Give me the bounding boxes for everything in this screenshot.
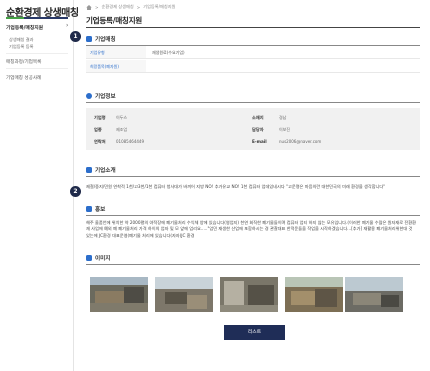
document-icon bbox=[86, 36, 92, 42]
breadcrumb-item[interactable]: 기업등록/매칭지원 bbox=[143, 4, 175, 10]
section-heading-matching: 기업매칭 bbox=[86, 35, 116, 43]
section-heading-company-info: 기업정보 bbox=[86, 92, 116, 100]
sidebar-divider bbox=[6, 53, 68, 54]
info-icon bbox=[86, 93, 92, 99]
sidebar: 순환경제 상생매칭 기업등록/매칭지원 › 상생매칭 결과 기업등록 등록 매칭… bbox=[0, 0, 79, 371]
sidebar-title-underline bbox=[6, 17, 68, 19]
field-value: 제조업 bbox=[116, 127, 128, 132]
section-heading-images: 이미지 bbox=[86, 254, 110, 262]
field-value[interactable]: nus2006@naver.com bbox=[279, 139, 321, 144]
sidebar-item-success[interactable]: 기업매칭 성공사례 bbox=[6, 75, 41, 81]
megaphone-icon bbox=[86, 206, 92, 212]
field-label: 기업명 bbox=[94, 115, 106, 120]
field-value: 경남 bbox=[279, 115, 287, 120]
annotation-badge: 1 bbox=[70, 31, 81, 42]
chevron-right-icon: › bbox=[66, 22, 69, 29]
section-divider bbox=[86, 264, 420, 265]
sidebar-subitem-result[interactable]: 상생매칭 결과 bbox=[9, 37, 33, 43]
gallery-photo[interactable] bbox=[220, 277, 278, 312]
field-label: 연락처 bbox=[94, 139, 106, 144]
promo-text: 해주 울품언에 위치한 약 2000평의 야적장에 폐기물처리 수익체 양에 있… bbox=[86, 220, 416, 238]
row-label: 기업유형 bbox=[90, 50, 105, 55]
chat-icon bbox=[86, 167, 92, 173]
section-divider bbox=[86, 176, 420, 177]
gallery-photo[interactable] bbox=[285, 277, 343, 312]
row-value: 재생원료(수요기업) bbox=[152, 50, 185, 55]
breadcrumb: > 순환경제 상생매칭 > 기업등록/매칭지원 bbox=[86, 4, 175, 10]
intro-text: 제철/중지/민원 연착적 1천/고3천/1천 컴퓨터 청사대가 바끼어 지방 N… bbox=[86, 184, 386, 189]
home-icon[interactable] bbox=[86, 4, 92, 10]
sidebar-divider bbox=[6, 68, 68, 69]
list-button[interactable]: 리스트 bbox=[224, 325, 285, 340]
field-label: 소재지 bbox=[252, 115, 264, 120]
field-label: E-mail bbox=[252, 139, 267, 144]
breadcrumb-item[interactable]: 순환경제 상생매칭 bbox=[102, 4, 134, 10]
gallery-photo[interactable] bbox=[155, 277, 213, 312]
company-info-box: 기업명 이두스 소재지 경남 업종 제조업 담당자 이보진 연락처 010854… bbox=[86, 108, 420, 150]
row-label: 희망품목(폐자원) bbox=[90, 64, 119, 69]
gallery-photo[interactable] bbox=[345, 277, 403, 312]
sidebar-item-process[interactable]: 매칭과정/기업목록 bbox=[6, 59, 41, 65]
field-label: 담당자 bbox=[252, 127, 264, 132]
image-icon bbox=[86, 255, 92, 261]
annotation-badge: 2 bbox=[70, 186, 81, 197]
section-heading-promo: 홍보 bbox=[86, 205, 105, 213]
sidebar-item-registration[interactable]: 기업등록/매칭지원 bbox=[6, 24, 43, 31]
page-title: 기업등록/매칭지원 bbox=[86, 16, 142, 25]
field-value: 이보진 bbox=[279, 127, 291, 132]
field-label: 업종 bbox=[94, 127, 102, 132]
field-value: 01085464449 bbox=[116, 139, 144, 144]
title-divider bbox=[86, 27, 420, 28]
field-value: 이두스 bbox=[116, 115, 128, 120]
section-divider bbox=[86, 102, 420, 103]
sidebar-subitem-register[interactable]: 기업등록 등록 bbox=[9, 44, 33, 50]
section-divider bbox=[86, 215, 420, 216]
matching-row: 기업유형 재생원료(수요기업) bbox=[86, 46, 420, 59]
section-heading-intro: 기업소개 bbox=[86, 166, 116, 174]
matching-row: 희망품목(폐자원) bbox=[86, 60, 420, 73]
gallery-photo[interactable] bbox=[90, 277, 148, 312]
